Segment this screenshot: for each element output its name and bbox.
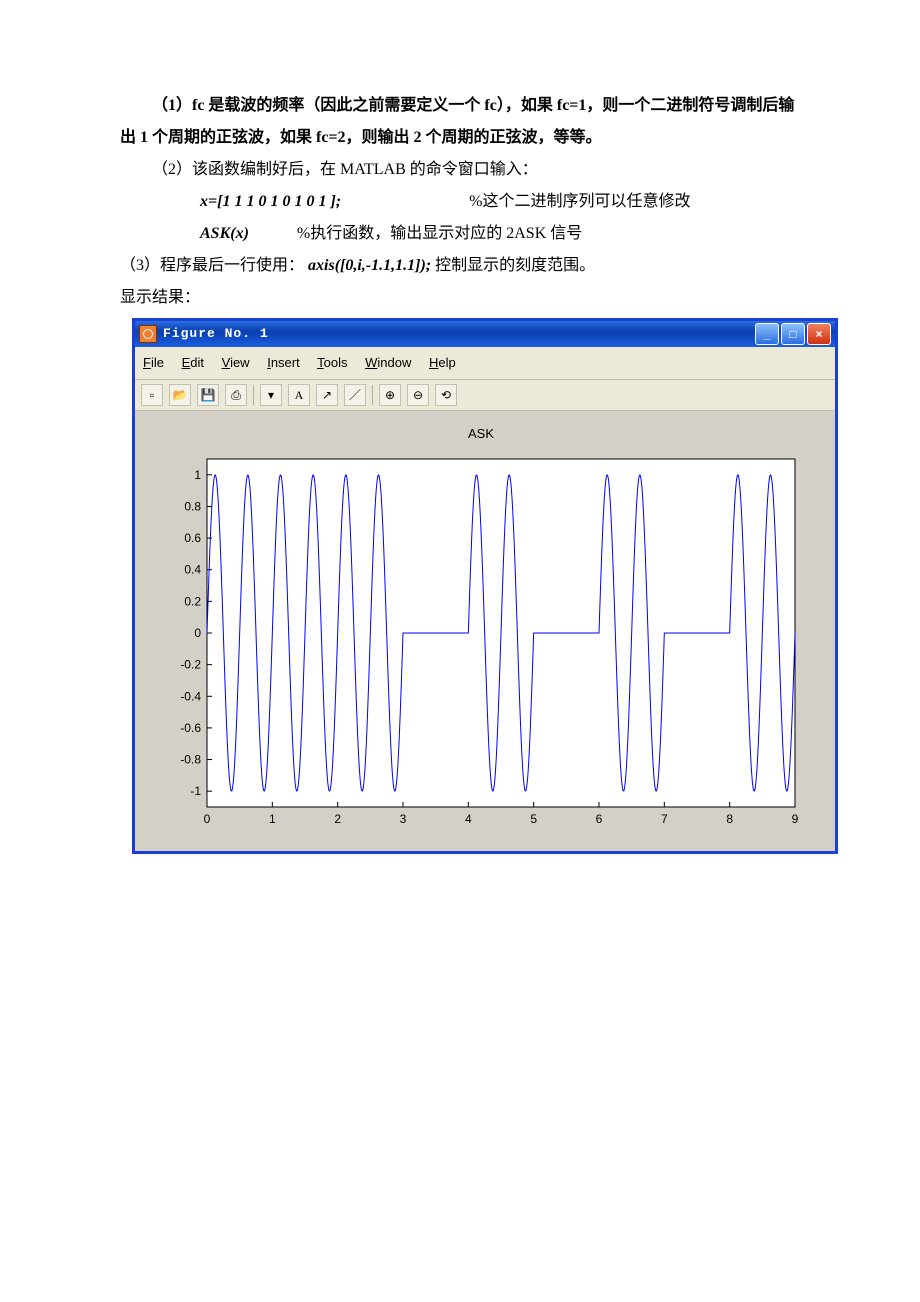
svg-text:0.4: 0.4: [184, 563, 201, 577]
zoom-out-icon[interactable]: ⊖: [407, 384, 429, 406]
svg-text:2: 2: [334, 812, 341, 826]
line-icon[interactable]: ／: [344, 384, 366, 406]
toolbar-separator: [253, 385, 254, 405]
open-icon[interactable]: 📂: [169, 384, 191, 406]
rotate-icon[interactable]: ⟲: [435, 384, 457, 406]
svg-text:5: 5: [530, 812, 537, 826]
menu-edit[interactable]: Edit: [182, 355, 204, 370]
plot-area: ASK 0123456789-1-0.8-0.6-0.4-0.200.20.40…: [135, 411, 835, 851]
svg-text:7: 7: [661, 812, 668, 826]
code-1: x=[1 1 1 0 1 0 1 0 1 ];: [200, 193, 341, 210]
menu-insert[interactable]: Insert: [267, 355, 300, 370]
text-icon[interactable]: A: [288, 384, 310, 406]
menubar: File Edit View Insert Tools Window Help: [135, 347, 835, 380]
zoom-in-icon[interactable]: ⊕: [379, 384, 401, 406]
window-title: Figure No. 1: [163, 321, 755, 347]
menu-help[interactable]: Help: [429, 355, 456, 370]
svg-text:1: 1: [194, 468, 201, 482]
svg-text:0: 0: [194, 626, 201, 640]
svg-text:-0.2: -0.2: [180, 658, 201, 672]
paragraph-4: 显示结果：: [120, 282, 800, 314]
svg-text:9: 9: [792, 812, 799, 826]
p3-code: axis([0,i,-1.1,1.1]);: [308, 257, 431, 274]
close-button[interactable]: ×: [807, 323, 831, 345]
window-controls: _ □ ×: [755, 323, 831, 345]
svg-text:-1: -1: [190, 784, 201, 798]
svg-text:0.2: 0.2: [184, 594, 201, 608]
menu-view[interactable]: View: [222, 355, 250, 370]
print-icon[interactable]: ⎙: [225, 384, 247, 406]
svg-text:0.6: 0.6: [184, 531, 201, 545]
toolbar-separator-2: [372, 385, 373, 405]
code-line-2: ASK(x) %执行函数，输出显示对应的 2ASK 信号: [120, 218, 800, 250]
code-line-1: x=[1 1 1 0 1 0 1 0 1 ]; %这个二进制序列可以任意修改: [120, 186, 800, 218]
svg-text:1: 1: [269, 812, 276, 826]
svg-text:-0.4: -0.4: [180, 689, 201, 703]
menu-file[interactable]: File: [143, 355, 164, 370]
svg-text:0: 0: [204, 812, 211, 826]
code-1-comment: %这个二进制序列可以任意修改: [469, 193, 690, 210]
new-icon[interactable]: ▫: [141, 384, 163, 406]
p3-suffix: 控制显示的刻度范围。: [435, 257, 595, 274]
menu-window[interactable]: Window: [365, 355, 411, 370]
pointer-icon[interactable]: ▾: [260, 384, 282, 406]
arrow-icon[interactable]: ↗: [316, 384, 338, 406]
svg-text:6: 6: [596, 812, 603, 826]
svg-text:0.8: 0.8: [184, 499, 201, 513]
toolbar: ▫ 📂 💾 ⎙ ▾ A ↗ ／ ⊕ ⊖ ⟲: [135, 380, 835, 411]
paragraph-3: （3）程序最后一行使用： axis([0,i,-1.1,1.1]); 控制显示的…: [120, 250, 800, 282]
svg-text:4: 4: [465, 812, 472, 826]
svg-text:-0.8: -0.8: [180, 753, 201, 767]
code-2-comment: %执行函数，输出显示对应的 2ASK 信号: [297, 225, 582, 242]
chart[interactable]: 0 1 2 3 4 5 6 7 8 9 -1 -0.8 -0.6 -0.4 -0.2 0 0.2 0.4 0.6 0.…: [157, 449, 805, 837]
svg-text:3: 3: [400, 812, 407, 826]
window-titlebar[interactable]: Figure No. 1 _ □ ×: [135, 321, 835, 347]
svg-text:8: 8: [726, 812, 733, 826]
chart-title: ASK: [145, 421, 817, 447]
document-page: （1）fc 是载波的频率（因此之前需要定义一个 fc），如果 fc=1，则一个二…: [0, 0, 920, 914]
menu-tools[interactable]: Tools: [317, 355, 347, 370]
code-2: ASK(x): [200, 225, 249, 242]
matlab-icon: [139, 325, 157, 343]
save-icon[interactable]: 💾: [197, 384, 219, 406]
maximize-button[interactable]: □: [781, 323, 805, 345]
paragraph-2: （2）该函数编制好后，在 MATLAB 的命令窗口输入：: [120, 154, 800, 186]
matlab-figure-window: Figure No. 1 _ □ × File Edit View Insert…: [132, 318, 838, 854]
minimize-button[interactable]: _: [755, 323, 779, 345]
p3-prefix: （3）程序最后一行使用：: [120, 257, 308, 274]
paragraph-1: （1）fc 是载波的频率（因此之前需要定义一个 fc），如果 fc=1，则一个二…: [120, 90, 800, 154]
svg-text:-0.6: -0.6: [180, 721, 201, 735]
